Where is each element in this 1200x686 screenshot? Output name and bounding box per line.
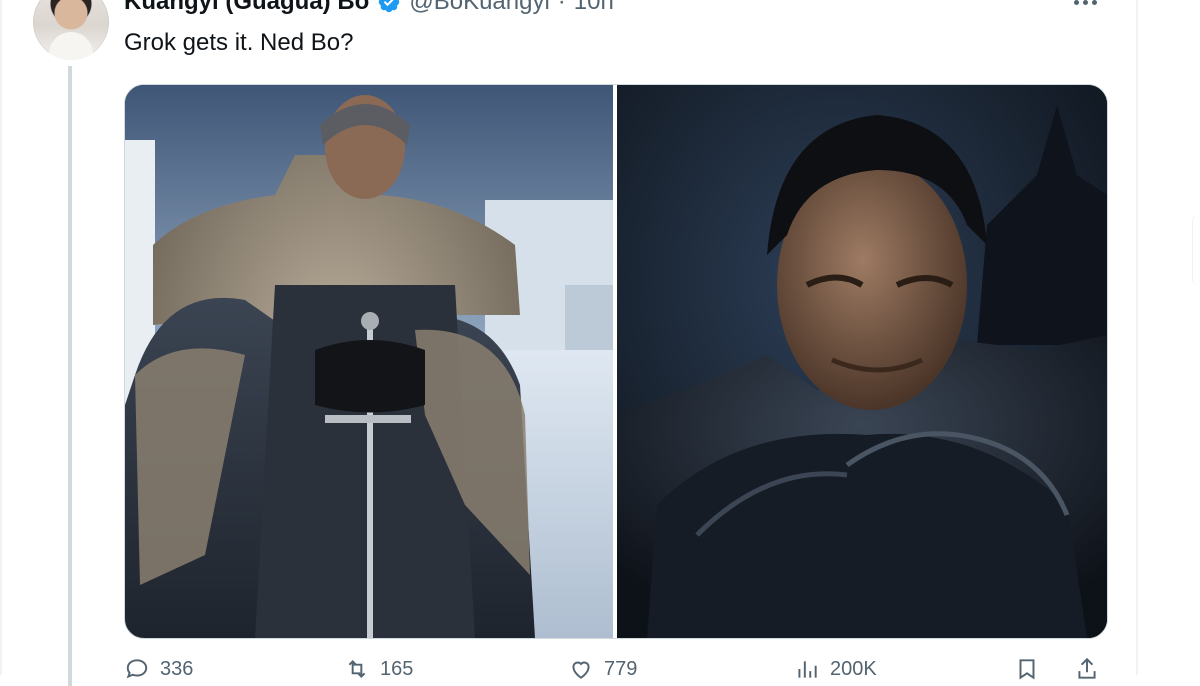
media-image-right[interactable] xyxy=(617,85,1107,638)
card-border-left xyxy=(0,0,2,675)
reply-count: 336 xyxy=(160,657,194,680)
separator-dot: · xyxy=(557,0,566,15)
author-name[interactable]: Kuangyi (Guagua) Bo xyxy=(124,0,369,16)
repost-action[interactable]: 165 xyxy=(344,656,413,682)
like-action[interactable]: 779 xyxy=(568,656,637,682)
more-icon[interactable] xyxy=(1074,0,1102,5)
like-icon xyxy=(572,661,590,679)
reply-icon xyxy=(126,659,148,679)
avatar[interactable] xyxy=(33,0,109,60)
verified-badge-icon[interactable] xyxy=(377,0,401,14)
bookmark-action[interactable] xyxy=(1014,656,1040,682)
action-bar: 336 165 779 200K xyxy=(124,656,1106,680)
author-handle[interactable]: @BoKuangyi xyxy=(409,0,549,16)
repost-icon xyxy=(348,660,366,678)
share-action[interactable] xyxy=(1074,656,1100,682)
repost-count: 165 xyxy=(380,657,414,680)
tweet-time[interactable]: 10h xyxy=(574,0,614,16)
views-action[interactable]: 200K xyxy=(794,656,877,682)
tweet-media[interactable] xyxy=(124,84,1108,639)
views-count: 200K xyxy=(830,657,877,680)
like-count: 779 xyxy=(604,657,638,680)
views-icon xyxy=(798,661,817,678)
reply-action[interactable]: 336 xyxy=(124,656,193,682)
card-border-right xyxy=(1136,0,1138,675)
tweet-header: Kuangyi (Guagua) Bo @BoKuangyi · 10h xyxy=(124,0,614,18)
bookmark-icon xyxy=(1019,659,1035,680)
tweet-text: Grok gets it. Ned Bo? xyxy=(124,29,354,56)
thread-line xyxy=(68,66,72,686)
share-icon xyxy=(1078,657,1096,679)
media-image-left[interactable] xyxy=(125,85,613,638)
side-panel-edge xyxy=(1192,215,1200,285)
